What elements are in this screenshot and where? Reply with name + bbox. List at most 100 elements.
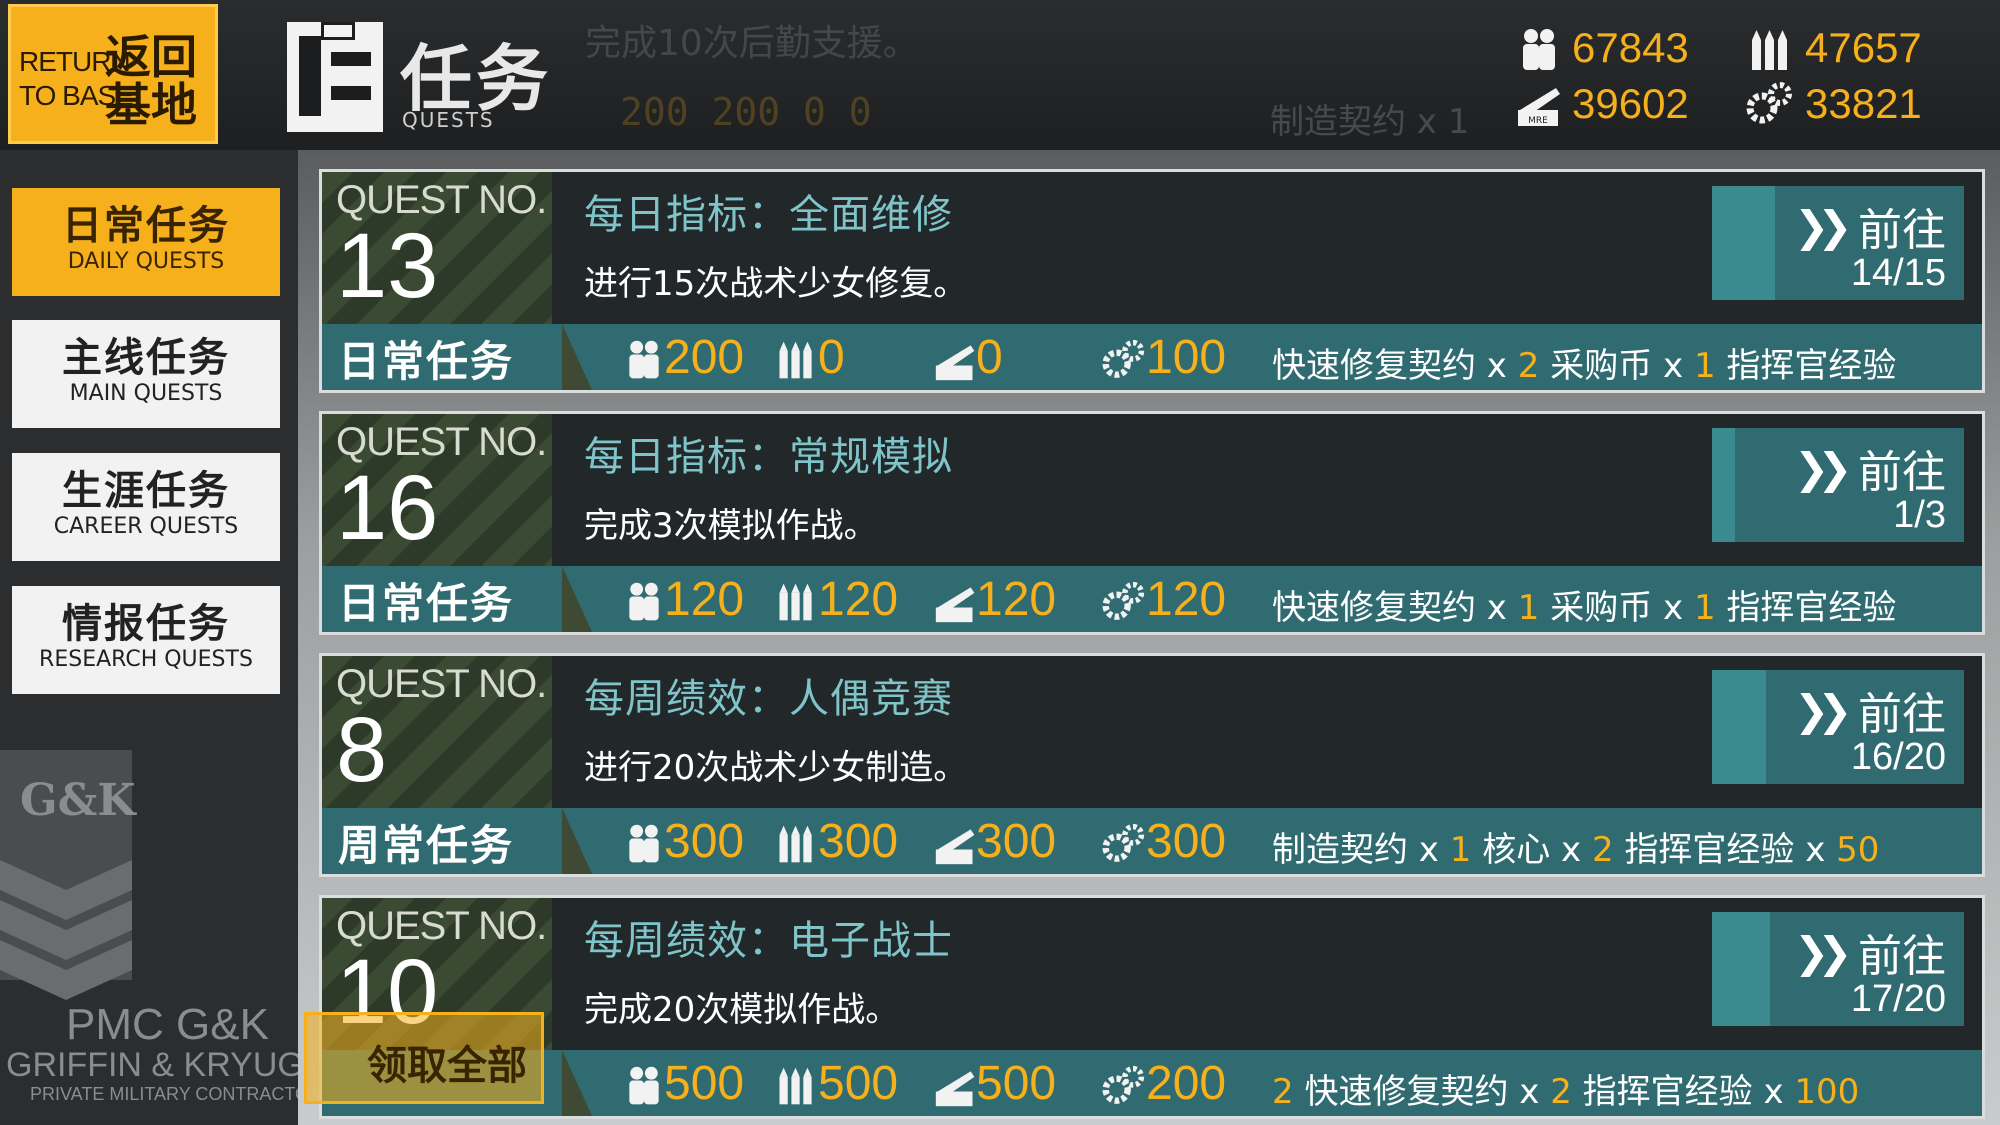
logo-text-pmc: PMC G&K (66, 1000, 269, 1049)
ghost-quest-rewards: 200 200 0 0 (620, 90, 872, 134)
progress-fill (1712, 428, 1735, 542)
manpower-icon (622, 338, 666, 382)
quest-progress: 14/15 (1850, 252, 1946, 294)
top-bar: 完成10次后勤支援。 200 200 0 0 制造契约 x 1 RETURN TO… (0, 0, 2000, 152)
reward-ammo: 300 (818, 815, 899, 868)
quest-type-label: 日常任务 (338, 579, 515, 628)
quest-card: QUEST NO. 16 每日指标：常规模拟 完成3次模拟作战。 日常任务 120 120 1… (322, 414, 1982, 632)
quest-number: 8 (336, 699, 388, 801)
double-chevron-icon: ❯❯ (1794, 444, 1852, 493)
quest-title: 每周绩效：人偶竞赛 (584, 676, 953, 722)
go-to-quest-button[interactable]: ❯❯ 前往 14/15 (1712, 186, 1964, 300)
go-to-quest-button[interactable]: ❯❯ 前往 17/20 (1712, 912, 1964, 1026)
parts-icon (1746, 82, 1792, 124)
reward-item-count: 1 (1517, 588, 1540, 628)
manpower-icon (1523, 29, 1555, 70)
quest-title: 每日指标：常规模拟 (584, 434, 953, 480)
parts-icon (1102, 338, 1146, 382)
go-to-quest-button[interactable]: ❯❯ 前往 1/3 (1712, 428, 1964, 542)
quest-description: 进行15次战术少女修复。 (584, 264, 968, 304)
rations-icon (934, 338, 978, 382)
go-label: 前往 (1858, 931, 1946, 982)
rations-icon (934, 580, 978, 624)
go-label: 前往 (1858, 205, 1946, 256)
reward-item-count: 2 (1591, 830, 1614, 870)
reward-parts: 300 (1146, 815, 1227, 868)
manpower-icon (622, 580, 666, 624)
reward-item-label: 快速修复契约 x (1293, 1072, 1551, 1112)
quest-card: QUEST NO. 10 每周绩效：电子战士 完成20次模拟作战。 500 500 500 2… (322, 898, 1982, 1116)
reward-manpower: 120 (664, 573, 745, 626)
sidebar-item-daily[interactable]: 日常任务 DAILY QUESTS (12, 188, 280, 296)
sidebar-item-research[interactable]: 情报任务 RESEARCH QUESTS (12, 586, 280, 694)
reward-items: 快速修复契约 x 1 采购币 x 1 指挥官经验 (1272, 580, 1972, 629)
reward-item-label: 采购币 x (1539, 588, 1694, 628)
manpower-value: 67843 (1572, 24, 1689, 71)
ammo-icon (774, 580, 818, 624)
progress-fill (1712, 670, 1766, 784)
reward-item-count: 2 (1550, 1072, 1572, 1112)
claim-all-button[interactable]: 领取全部 (304, 1012, 544, 1104)
sidebar-item-career[interactable]: 生涯任务 CAREER QUESTS (12, 453, 280, 561)
reward-items: 2 快速修复契约 x 2 指挥官经验 x 100 (1272, 1064, 1972, 1113)
quest-card: QUEST NO. 13 每日指标：全面维修 进行15次战术少女修复。 日常任务 200 0… (322, 172, 1982, 390)
ghost-quest-desc: 完成10次后勤支援。 (585, 23, 919, 64)
reward-parts: 200 (1146, 1057, 1227, 1110)
quest-description: 进行20次战术少女制造。 (584, 748, 968, 788)
reward-item-label: 指挥官经验 (1715, 588, 1897, 628)
reward-item-count: 2 (1517, 346, 1540, 386)
rations-icon: MRE (1518, 88, 1560, 126)
quest-number: 13 (336, 215, 439, 317)
double-chevron-icon: ❯❯ (1794, 686, 1852, 735)
quest-progress: 16/20 (1850, 736, 1946, 778)
ammo-icon (774, 822, 818, 866)
page-subtitle: QUESTS (402, 108, 495, 132)
manpower-icon (622, 1064, 666, 1108)
svg-text:G&K: G&K (20, 775, 137, 826)
go-to-quest-button[interactable]: ❯❯ 前往 16/20 (1712, 670, 1964, 784)
reward-rations: 120 (976, 573, 1057, 626)
quest-description: 完成3次模拟作战。 (584, 506, 878, 546)
progress-fill (1712, 186, 1775, 300)
quest-title: 每周绩效：电子战士 (584, 918, 953, 964)
quest-type-label: 周常任务 (338, 821, 515, 870)
quest-description: 完成20次模拟作战。 (584, 990, 900, 1030)
go-label: 前往 (1858, 447, 1946, 498)
double-chevron-icon: ❯❯ (1794, 928, 1852, 977)
ammo-icon (1752, 30, 1787, 70)
reward-item-label: 指挥官经验 (1715, 346, 1897, 386)
parts-icon (1102, 1064, 1146, 1108)
reward-ammo: 120 (818, 573, 899, 626)
return-to-base-button[interactable]: RETURN TO BASE 返回 基地 (8, 4, 218, 144)
reward-rations: 300 (976, 815, 1057, 868)
progress-fill (1712, 912, 1770, 1026)
return-cn-label: 返回 基地 (105, 30, 197, 132)
reward-item-label: 快速修复契约 x (1272, 588, 1518, 628)
reward-item-label: 制造契约 x (1272, 830, 1450, 870)
quest-number: 16 (336, 457, 439, 559)
reward-parts: 100 (1146, 331, 1227, 384)
reward-item-label: 快速修复契约 x (1272, 346, 1518, 386)
reward-item-count: 1 (1693, 588, 1716, 628)
reward-item-count: 100 (1794, 1072, 1860, 1112)
rations-icon (934, 822, 978, 866)
quest-list-icon (287, 22, 383, 132)
reward-item-count: 50 (1836, 830, 1880, 870)
rations-icon (934, 1064, 978, 1108)
reward-manpower: 200 (664, 331, 745, 384)
rations-value: 39602 (1572, 80, 1689, 127)
go-label: 前往 (1858, 689, 1946, 740)
parts-icon (1102, 822, 1146, 866)
quest-type-label: 日常任务 (338, 337, 515, 386)
reward-items: 制造契约 x 1 核心 x 2 指挥官经验 x 50 (1272, 822, 1972, 871)
sidebar-item-main[interactable]: 主线任务 MAIN QUESTS (12, 320, 280, 428)
ammo-value: 47657 (1805, 24, 1922, 71)
reward-item-count: 1 (1693, 346, 1716, 386)
ammo-icon (774, 1064, 818, 1108)
reward-ammo: 500 (818, 1057, 899, 1110)
reward-rations: 500 (976, 1057, 1057, 1110)
quest-title: 每日指标：全面维修 (584, 192, 953, 238)
quest-progress: 17/20 (1850, 978, 1946, 1020)
reward-item-count: 1 (1449, 830, 1472, 870)
manpower-icon (622, 822, 666, 866)
